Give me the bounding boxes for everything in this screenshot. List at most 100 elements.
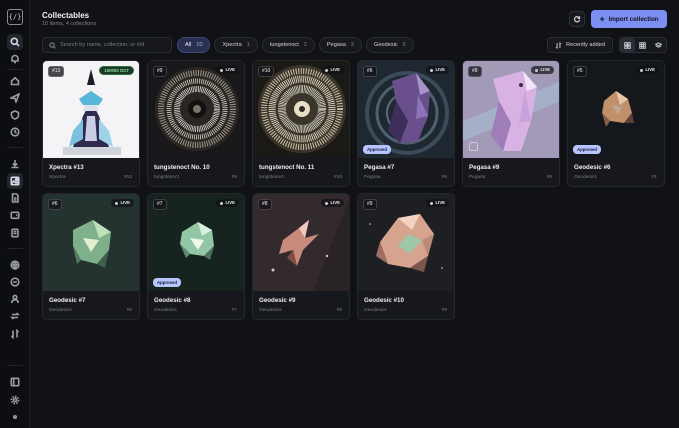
sort-button[interactable]: Recently added [547,37,613,53]
live-dot-icon [220,68,224,72]
item-id: #1 [651,175,657,180]
live-badge: LIVE [426,66,449,74]
item-name: Geodesic #9 [259,297,296,304]
download-icon[interactable] [7,156,23,172]
filter-chip-label: All [185,42,192,48]
collectible-card[interactable]: #13 100000 OCT Xpectra #13 Xpectra #13 [42,60,140,187]
item-number-badge: #9 [153,66,167,77]
filter-chip-xpectra[interactable]: Xpectra 1 [214,37,258,53]
live-dot-icon [640,68,644,72]
collectible-card[interactable]: #5 LIVE Approved Geodesic #6 Geodesics #… [567,60,665,187]
filter-chip-tungstenoct[interactable]: tungstenoct 2 [261,37,315,53]
filter-chip-label: tungstenoct [269,42,299,48]
stack-icon [654,41,662,48]
shield-icon[interactable] [7,107,23,123]
item-id: #7 [231,308,237,313]
approved-badge: Approved [153,278,182,287]
refresh-button[interactable] [569,11,585,27]
item-collection: Xpectra [49,175,66,180]
approved-badge: Approved [573,145,602,154]
collectible-card[interactable]: #6 LIVE Approved Pegasa #7 Pegasa #6 [357,60,455,187]
grid-large-view-button[interactable] [620,38,636,52]
dot-icon [7,409,23,425]
item-collection: Pegasa [364,175,381,180]
item-collection: tungstenoct [259,175,284,180]
swap-icon[interactable] [7,308,23,324]
collectible-card[interactable]: #8 LIVE Geodesic #9 Geodesics #8 [252,193,350,320]
live-label: LIVE [540,67,550,72]
item-number-badge: #7 [153,199,167,210]
item-number-badge: #9 [363,199,377,210]
sidebar-divider [7,147,23,148]
refresh-icon [573,16,581,23]
settings-icon[interactable] [7,392,23,408]
filter-chip-count: 2 [350,42,355,48]
sidebar-divider [7,69,23,70]
live-dot-icon [220,201,224,205]
filter-chip-geodesic[interactable]: Geodesic 5 [366,37,414,53]
approved-badge: Approved [363,145,392,154]
live-label: LIVE [330,67,340,72]
filter-chips: All 10 Xpectra 1 tungstenoct 2 Pegasa 2 Geod… [177,37,414,53]
clock-icon[interactable] [7,124,23,140]
item-name: tungstenoct No. 10 [154,164,210,171]
item-name: Pegasa #9 [469,164,500,171]
live-dot-icon [430,68,434,72]
filter-chip-label: Geodesic [374,42,398,48]
item-number-badge: #8 [258,199,272,210]
send-icon[interactable] [7,90,23,106]
page-title: Collectables [42,11,90,20]
collectible-card[interactable]: #9 LIVE tungstenoct No. 10 tungstenoct #… [147,60,245,187]
item-id: #9 [441,308,447,313]
item-id: #13 [123,175,132,180]
filter-chip-label: Pegasa [326,42,346,48]
plus-icon: + [599,13,605,24]
price-badge: 100000 OCT [99,66,134,75]
item-collection: Geodesics [259,308,282,313]
item-number-badge: #6 [48,199,62,210]
search-icon[interactable] [7,34,23,50]
live-badge: LIVE [216,66,239,74]
item-name: Xpectra #13 [49,164,84,171]
item-name: Pegasa #7 [364,164,395,171]
exchange-icon[interactable] [7,326,23,342]
bell-icon[interactable] [7,51,23,67]
grid-small-icon [639,41,647,49]
import-collection-button[interactable]: + Import collection [591,10,667,28]
home-icon[interactable] [7,73,23,89]
item-name: Geodesic #7 [49,297,86,304]
globe-icon[interactable] [7,257,23,273]
search-input[interactable] [60,42,170,48]
circle-minus-icon[interactable] [7,274,23,290]
user-icon[interactable] [7,291,23,307]
ticket-icon[interactable] [7,225,23,241]
collectible-card[interactable]: #7 LIVE Approved Geodesic #8 Geodesics #… [147,193,245,320]
app-logo[interactable]: {/} [7,9,23,25]
live-label: LIVE [435,67,445,72]
item-id: #9 [231,175,237,180]
live-dot-icon [430,201,434,205]
collectible-card[interactable]: #10 LIVE tungstenoct No. 11 tungstenoct … [252,60,350,187]
search-box[interactable] [42,37,172,53]
item-name: Geodesic #10 [364,297,404,304]
filter-chip-all[interactable]: All 10 [177,37,211,53]
wallet-icon[interactable] [7,207,23,223]
collectible-card[interactable]: #6 LIVE Geodesic #7 Geodesics #6 [42,193,140,320]
live-badge: LIVE [636,66,659,74]
collectible-card[interactable]: #9 LIVE Geodesic #10 Geodesics #9 [357,193,455,320]
item-id: #8 [546,175,552,180]
live-label: LIVE [225,67,235,72]
live-label: LIVE [330,200,340,205]
live-badge: LIVE [321,199,344,207]
filter-chip-pegasa[interactable]: Pegasa 2 [318,37,363,53]
item-number-badge: #10 [258,66,275,77]
grid-small-view-button[interactable] [635,38,650,52]
item-collection: tungstenoct [154,175,179,180]
search-icon [49,41,56,49]
item-number-badge: #8 [468,66,482,77]
file-icon[interactable] [7,190,23,206]
image-icon[interactable] [7,173,23,189]
collectible-card[interactable]: #8 LIVE Pegasa #9 Pegasa #8 [462,60,560,187]
stack-view-button[interactable] [651,38,666,52]
panel-icon[interactable] [7,374,23,390]
